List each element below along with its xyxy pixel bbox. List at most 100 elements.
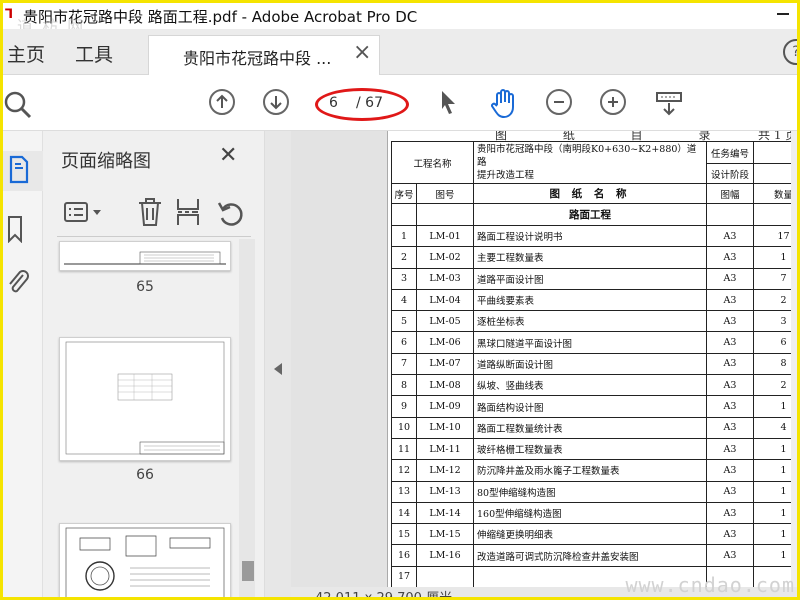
search-icon[interactable] bbox=[3, 89, 33, 123]
tab-document[interactable]: 贵阳市花冠路中段 ... × bbox=[148, 35, 380, 75]
thumbnail-page-66[interactable] bbox=[59, 337, 231, 461]
row-size-cell: A3 bbox=[706, 331, 754, 354]
toolbar: 6 / 67 bbox=[3, 75, 797, 131]
row-seq-cell: 12 bbox=[391, 459, 417, 482]
close-panel-icon[interactable]: ✕ bbox=[219, 143, 237, 168]
row-drawing-no-cell: LM-16 bbox=[416, 544, 474, 567]
table-row: 10 LM-10 路面工程数量统计表 A3 4 bbox=[391, 416, 797, 439]
page-size-text: 42.011 x 29.700 厘米 bbox=[315, 591, 453, 600]
page-thumbnails-icon[interactable] bbox=[9, 155, 29, 189]
section-title: 路面工程 bbox=[473, 203, 707, 226]
table-row: 6 LM-06 黑球口隧道平面设计图 A3 6 bbox=[391, 331, 797, 354]
thumbnail-page-67[interactable] bbox=[59, 523, 231, 597]
row-drawing-name-cell: 80型伸缩缝构造图 bbox=[473, 480, 707, 503]
row-drawing-no-cell: LM-02 bbox=[416, 246, 474, 269]
row-size-cell: A3 bbox=[706, 544, 754, 567]
row-size-cell: A3 bbox=[706, 310, 754, 333]
row-seq-cell: 8 bbox=[391, 374, 417, 397]
row-seq-cell: 7 bbox=[391, 352, 417, 376]
document-scrollbar[interactable] bbox=[791, 131, 797, 591]
thumbnail-label-65: 65 bbox=[136, 279, 154, 295]
row-seq-cell: 11 bbox=[391, 437, 417, 461]
row-seq-cell: 17 bbox=[391, 565, 417, 589]
collapse-arrow-icon[interactable] bbox=[274, 363, 282, 375]
options-menu-icon[interactable] bbox=[63, 201, 107, 229]
row-drawing-no-cell: LM-10 bbox=[416, 416, 474, 439]
row-drawing-name-cell: 黑球口隧道平面设计图 bbox=[473, 331, 707, 354]
panel-collapse-strip[interactable] bbox=[265, 131, 291, 597]
close-tab-icon[interactable]: × bbox=[353, 40, 371, 65]
col-header-drawing-no: 图号 bbox=[416, 183, 474, 204]
row-seq-cell: 9 bbox=[391, 395, 417, 418]
row-drawing-name-cell: 路面工程设计说明书 bbox=[473, 224, 707, 248]
table-row: 3 LM-03 道路平面设计图 A3 7 bbox=[391, 267, 797, 290]
title-bar: ⅂ 贵阳市花冠路中段 路面工程.pdf - Adobe Acrobat Pro … bbox=[3, 3, 797, 36]
row-size-cell: A3 bbox=[706, 374, 754, 397]
select-cursor-icon[interactable] bbox=[439, 89, 459, 121]
row-drawing-no-cell: LM-05 bbox=[416, 310, 474, 333]
previous-page-button[interactable] bbox=[209, 89, 235, 115]
row-seq-cell: 5 bbox=[391, 310, 417, 333]
table-row: 12 LM-12 防沉降井盖及雨水篦子工程数量表 A3 1 bbox=[391, 459, 797, 482]
row-drawing-no-cell: LM-08 bbox=[416, 374, 474, 397]
panel-title: 页面缩略图 bbox=[61, 151, 151, 172]
acrobat-window: ⅂ 贵阳市花冠路中段 路面工程.pdf - Adobe Acrobat Pro … bbox=[0, 0, 800, 600]
document-view[interactable]: 图 纸 目 录 共 1 页 工程名称 贵阳市花冠路中段（南明段K0+630~K2… bbox=[291, 131, 797, 600]
zoom-out-button[interactable] bbox=[546, 89, 572, 115]
next-page-button[interactable] bbox=[263, 89, 289, 115]
row-seq-cell: 15 bbox=[391, 523, 417, 546]
row-drawing-no-cell: LM-11 bbox=[416, 437, 474, 461]
row-drawing-no-cell: LM-04 bbox=[416, 288, 474, 312]
project-name-line1: 贵阳市花冠路中段（南明段K0+630~K2+880）道路 bbox=[477, 144, 697, 168]
row-seq-cell: 10 bbox=[391, 416, 417, 439]
project-name-line2: 提升改造工程 bbox=[477, 170, 535, 181]
help-icon[interactable]: ? bbox=[783, 39, 797, 65]
row-drawing-name-cell: 防沉降井盖及雨水篦子工程数量表 bbox=[473, 459, 707, 482]
table-row: 2 LM-02 主要工程数量表 A3 1 bbox=[391, 246, 797, 269]
row-size-cell: A3 bbox=[706, 395, 754, 418]
thumbnail-toolbar bbox=[57, 191, 251, 237]
row-size-cell: A3 bbox=[706, 480, 754, 503]
hand-tool-icon[interactable] bbox=[489, 87, 519, 123]
row-drawing-no-cell bbox=[416, 565, 474, 589]
extract-pages-icon[interactable] bbox=[175, 197, 201, 231]
row-drawing-name-cell: 路面结构设计图 bbox=[473, 395, 707, 418]
row-seq-cell: 16 bbox=[391, 544, 417, 567]
fit-page-icon[interactable] bbox=[655, 91, 683, 121]
row-size-cell: A3 bbox=[706, 288, 754, 312]
rotate-icon[interactable] bbox=[217, 199, 245, 231]
attachment-icon[interactable] bbox=[7, 267, 29, 301]
minimize-button[interactable] bbox=[777, 13, 789, 15]
bookmark-icon[interactable] bbox=[7, 215, 23, 247]
thumbnail-page-65[interactable] bbox=[59, 241, 231, 271]
row-seq-cell: 6 bbox=[391, 331, 417, 354]
row-size-cell: A3 bbox=[706, 459, 754, 482]
thumbnail-panel: 页面缩略图 ✕ 65 66 bbox=[43, 131, 265, 597]
row-size-cell: A3 bbox=[706, 246, 754, 269]
col-header-drawing-name: 图 纸 名 称 bbox=[473, 183, 707, 204]
tab-bar: 主页 工具 贵阳市花冠路中段 ... × ? bbox=[3, 29, 797, 75]
zoom-in-button[interactable] bbox=[600, 89, 626, 115]
row-drawing-name-cell: 160型伸缩缝构造图 bbox=[473, 501, 707, 525]
delete-icon[interactable] bbox=[137, 197, 163, 231]
tab-home[interactable]: 主页 bbox=[7, 40, 45, 67]
row-seq-cell: 14 bbox=[391, 501, 417, 525]
drawing-list-table: 工程名称 贵阳市花冠路中段（南明段K0+630~K2+880）道路 提升改造工程 … bbox=[391, 141, 797, 589]
table-row: 15 LM-15 伸缩缝更换明细表 A3 1 bbox=[391, 523, 797, 546]
thumbnail-label-66: 66 bbox=[136, 467, 154, 483]
project-name-cell: 贵阳市花冠路中段（南明段K0+630~K2+880）道路提升改造工程 bbox=[473, 141, 707, 184]
row-size-cell: A3 bbox=[706, 523, 754, 546]
row-seq-cell: 4 bbox=[391, 288, 417, 312]
row-drawing-no-cell: LM-15 bbox=[416, 523, 474, 546]
table-row: 14 LM-14 160型伸缩缝构造图 A3 1 bbox=[391, 501, 797, 525]
thumbnail-scrollbar[interactable] bbox=[239, 239, 255, 597]
row-drawing-name-cell: 道路纵断面设计图 bbox=[473, 352, 707, 376]
row-drawing-no-cell: LM-12 bbox=[416, 459, 474, 482]
row-size-cell: A3 bbox=[706, 352, 754, 376]
thumbnail-scroll-thumb[interactable] bbox=[242, 561, 254, 581]
table-row: 16 LM-16 改造道路可调式防沉降检查井盖安装图 A3 1 bbox=[391, 544, 797, 567]
row-drawing-name-cell: 玻纤格栅工程数量表 bbox=[473, 437, 707, 461]
tab-tools[interactable]: 工具 bbox=[75, 40, 113, 67]
table-row: 9 LM-09 路面结构设计图 A3 1 bbox=[391, 395, 797, 418]
task-number-label: 任务编号 bbox=[706, 141, 754, 164]
